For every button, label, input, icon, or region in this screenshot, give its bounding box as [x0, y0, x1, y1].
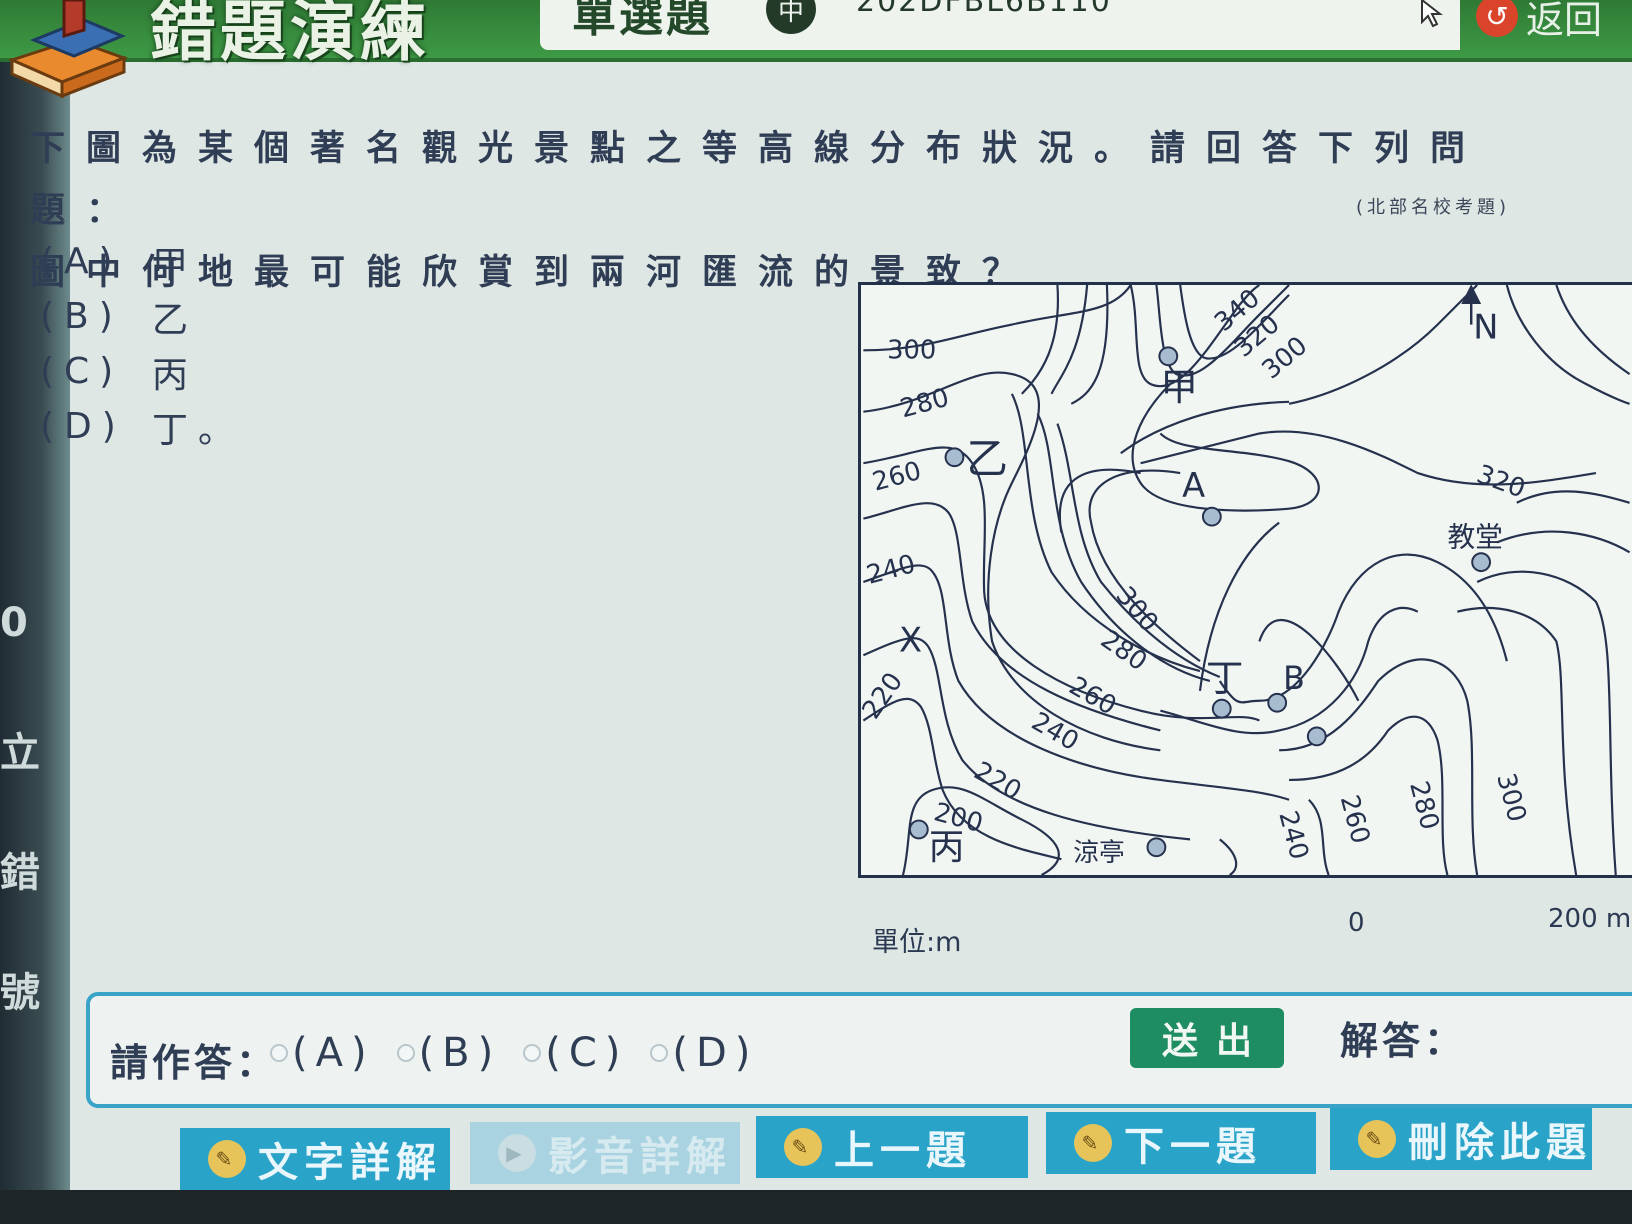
button-label: 上一題	[834, 1128, 972, 1174]
text-explanation-button[interactable]: ✎ 文字詳解	[180, 1128, 450, 1190]
button-label: 刪除此題	[1408, 1120, 1592, 1166]
contour-label: 300	[887, 335, 936, 365]
radio-b[interactable]	[396, 1044, 415, 1062]
label-church: 教堂	[1447, 520, 1502, 553]
contour-map-drawing: N 甲 乙 A 教堂 X 丁 B 丙 涼亭 300 280 260 240 22…	[861, 285, 1631, 875]
contour-label: 240	[1272, 808, 1314, 863]
option-c: (C) 丙	[40, 344, 244, 399]
back-arrow-icon: ↺	[1476, 0, 1518, 37]
contour-label: 320	[1473, 459, 1529, 504]
label-b: B	[1283, 661, 1305, 697]
contour-label: 220	[969, 756, 1027, 807]
label-x: X	[899, 620, 922, 659]
river-point-marker	[1306, 726, 1327, 747]
label-a: A	[1182, 466, 1205, 505]
button-label: 下一題	[1124, 1124, 1262, 1170]
button-label: 影音詳解	[548, 1134, 732, 1180]
answer-choice-d[interactable]: (D)	[650, 1030, 758, 1076]
option-key: (B)	[40, 296, 123, 337]
option-key: (C)	[40, 351, 124, 392]
pencil-icon: ✎	[1074, 1124, 1112, 1162]
option-text: 甲	[152, 244, 199, 286]
option-d: (D) 丁。	[40, 399, 244, 454]
option-text: 丙	[152, 354, 199, 396]
contour-label: 260	[869, 456, 924, 498]
radio-d[interactable]	[650, 1044, 669, 1062]
question-code: 202DFBL6B110	[856, 0, 1112, 19]
sidebar-fragment: 錯	[0, 850, 40, 896]
answer-choice-c[interactable]: (C)	[523, 1030, 628, 1076]
contour-label: 240	[863, 549, 918, 591]
sidebar-fragment: 號	[0, 970, 40, 1016]
pencil-icon: ✎	[784, 1128, 822, 1166]
point-yi-marker	[944, 447, 965, 468]
label-ding: 丁	[1206, 656, 1244, 700]
option-a: (A) 甲	[40, 234, 244, 289]
radio-c[interactable]	[523, 1044, 542, 1062]
pencil-icon: ✎	[208, 1140, 246, 1178]
option-key: (A)	[40, 241, 123, 282]
contour-label: 220	[861, 667, 909, 724]
choice-label: (B)	[418, 1030, 502, 1076]
contour-label: 280	[1403, 778, 1445, 833]
label-yi: 乙	[966, 434, 1008, 483]
books-logo-icon	[4, 0, 134, 100]
mouse-cursor-icon	[1421, 0, 1443, 28]
contour-label: 260	[1064, 671, 1122, 722]
contour-label: 260	[1334, 792, 1376, 847]
answer-choice-a[interactable]: (A)	[270, 1030, 375, 1076]
option-key: (D)	[40, 406, 126, 447]
scale-start-label: 0	[1348, 908, 1365, 938]
radio-a[interactable]	[270, 1044, 288, 1062]
contour-label: 240	[1026, 707, 1084, 758]
result-label: 解答：	[1340, 1019, 1467, 1063]
point-a-marker	[1201, 506, 1222, 527]
app-title: 錯題演練	[150, 0, 430, 70]
choice-label: (C)	[545, 1030, 629, 1076]
point-ding-marker	[1211, 698, 1232, 719]
point-bing-marker	[908, 819, 929, 840]
next-question-button[interactable]: ✎ 下一題	[1046, 1112, 1316, 1174]
header-bar: 錯題演練 單選題 中 202DFBL6B110 ↺ 返回	[0, 0, 1632, 99]
back-label: 返回	[1526, 0, 1603, 42]
video-explanation-button[interactable]: ▶ 影音詳解	[470, 1122, 740, 1184]
submit-button[interactable]: 送出	[1130, 1008, 1284, 1068]
pavilion-marker	[1146, 837, 1167, 858]
scale-end-label: 200 m	[1548, 904, 1632, 934]
back-button[interactable]: ↺ 返回	[1476, 0, 1632, 42]
north-label: N	[1473, 307, 1498, 346]
contour-label: 300	[1490, 770, 1532, 825]
label-pavilion: 涼亭	[1073, 838, 1124, 868]
taskbar-edge	[0, 1190, 1632, 1224]
pencil-icon: ✎	[1358, 1120, 1396, 1158]
church-marker	[1471, 552, 1492, 573]
choice-label: (A)	[292, 1030, 375, 1076]
sidebar-fragment: 0	[0, 600, 28, 646]
question-source: (北部名校考題)	[1356, 197, 1511, 218]
question-type-label: 單選題	[572, 0, 713, 42]
contour-map: N 甲 乙 A 教堂 X 丁 B 丙 涼亭 300 280 260 240 22…	[858, 282, 1632, 878]
option-text: 乙	[152, 299, 199, 341]
delete-question-button[interactable]: ✎ 刪除此題	[1330, 1108, 1592, 1170]
play-icon: ▶	[498, 1134, 536, 1172]
option-list: (A) 甲 (B) 乙 (C) 丙 (D) 丁。	[40, 234, 244, 454]
button-label: 文字詳解	[258, 1140, 442, 1186]
sidebar-fragment: 立	[0, 730, 40, 776]
choice-label: (D)	[672, 1030, 759, 1076]
point-jia-marker	[1158, 346, 1179, 367]
contour-label: 280	[897, 383, 952, 425]
previous-question-button[interactable]: ✎ 上一題	[756, 1116, 1028, 1178]
answer-choices: (A) (B) (C) (D)	[270, 1030, 758, 1076]
answer-prompt: 請作答：	[110, 1041, 279, 1085]
map-unit-label: 單位:m	[872, 927, 962, 958]
label-jia: 甲	[1160, 365, 1198, 409]
option-b: (B) 乙	[40, 289, 244, 344]
option-text: 丁。	[152, 409, 245, 451]
answer-choice-b[interactable]: (B)	[396, 1030, 502, 1076]
question-line-1: 下圖為某個著名觀光景點之等高線分布狀況。請回答下列問題：	[30, 129, 1487, 231]
